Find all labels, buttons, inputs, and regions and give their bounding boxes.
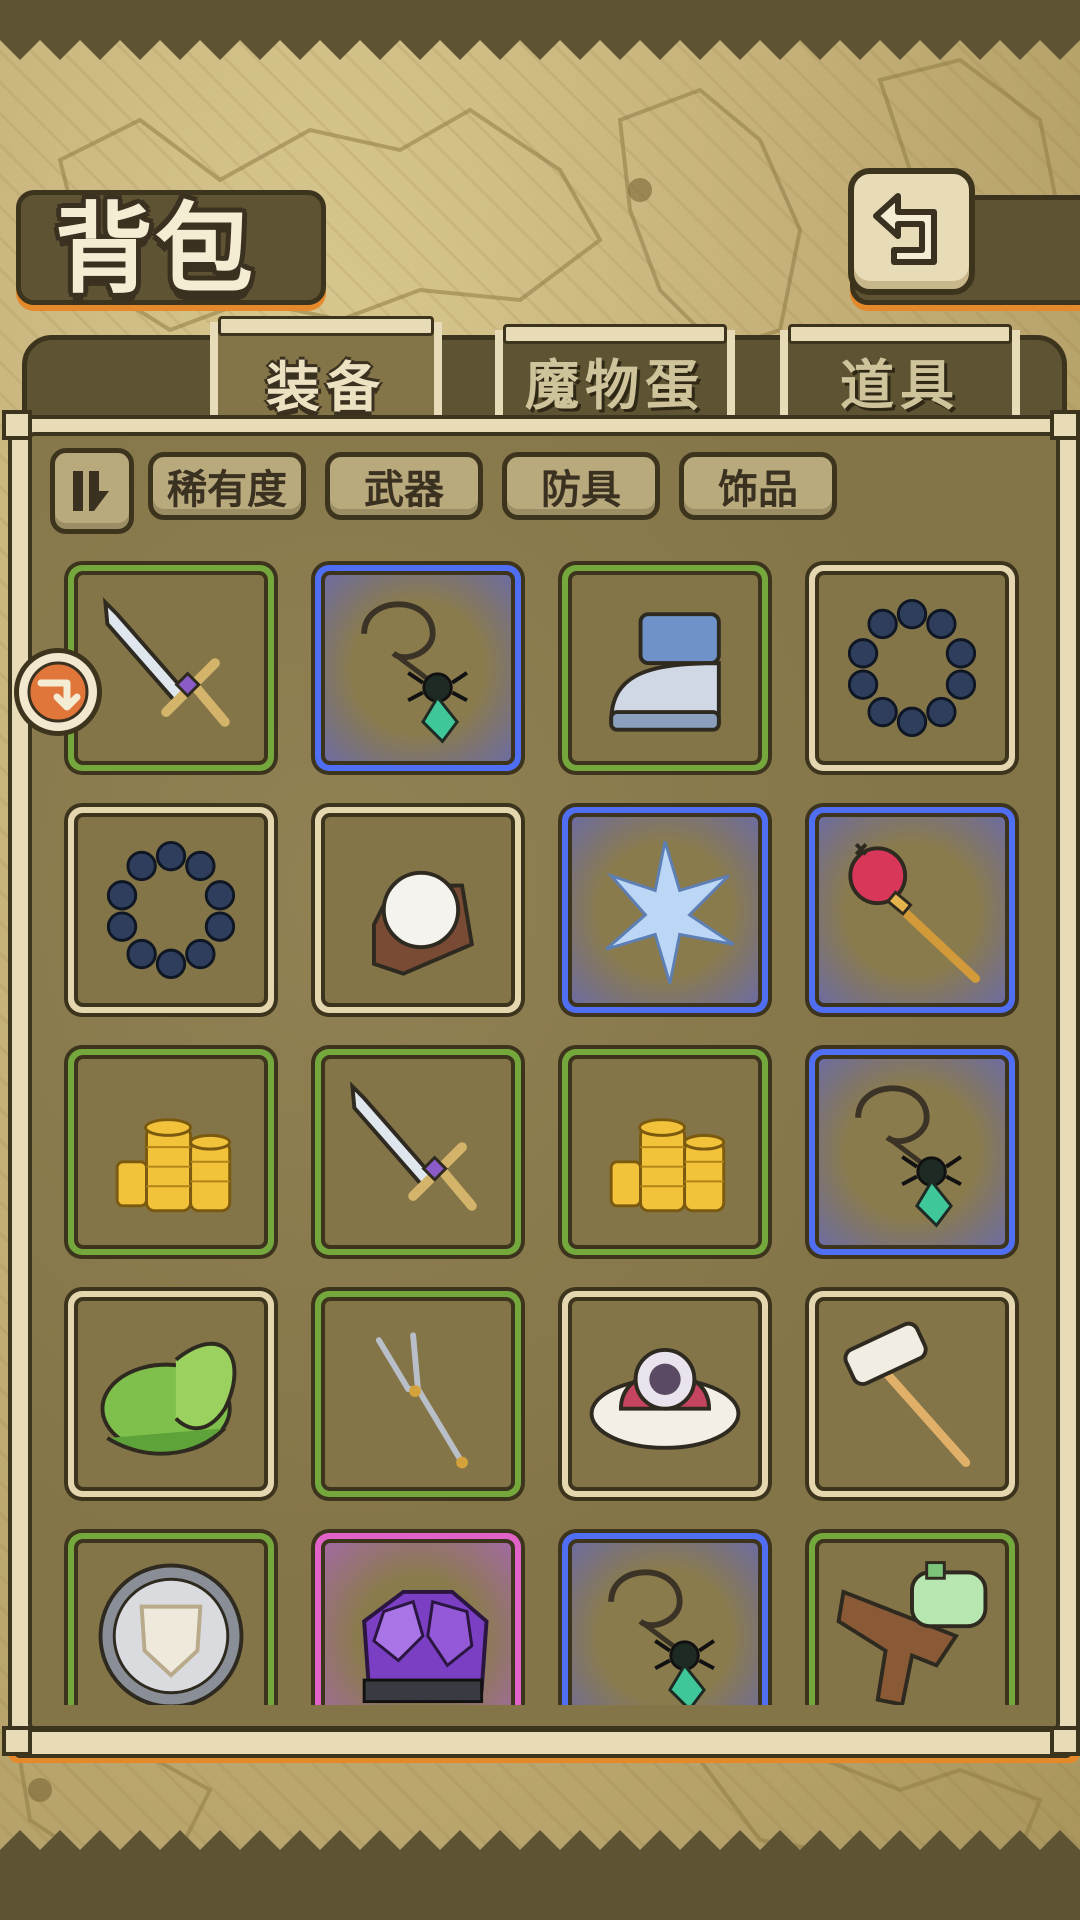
item-slot[interactable] (68, 1533, 274, 1705)
filter-accessory-button[interactable]: 饰品 (679, 452, 837, 520)
item-grid (32, 555, 1048, 1705)
item-slot-frame (321, 1539, 515, 1705)
item-slot[interactable] (315, 1049, 521, 1255)
filter-armor-button[interactable]: 防具 (502, 452, 660, 520)
item-slot[interactable] (562, 565, 768, 771)
item-slot-frame (74, 1055, 268, 1249)
item-slot-frame (74, 1297, 268, 1491)
bottom-zigzag-border (0, 1830, 1080, 1920)
amethyst-armor-icon (362, 1589, 489, 1704)
sort-toggle-button[interactable] (50, 448, 134, 534)
item-slot-frame (815, 571, 1009, 765)
back-button[interactable] (848, 168, 975, 295)
item-slot[interactable] (562, 1533, 768, 1705)
item-slot[interactable] (562, 807, 768, 1013)
white-gem-ring-icon (371, 870, 475, 976)
panel-corner (1050, 410, 1080, 440)
item-slot-frame (321, 571, 515, 765)
tab-label: 魔物蛋 (525, 353, 705, 417)
item-slot[interactable] (315, 1533, 521, 1705)
item-slot[interactable] (68, 565, 274, 771)
gold-coins-icon (115, 1118, 232, 1213)
item-slot[interactable] (809, 1533, 1015, 1705)
item-slot-frame (568, 1539, 762, 1705)
sort-toggle-icon (73, 471, 109, 511)
eyeball-hat-icon (589, 1347, 741, 1450)
item-slot-frame (74, 813, 268, 1007)
item-slot-frame (74, 571, 268, 765)
item-slot[interactable] (809, 1049, 1015, 1255)
page-title: 背包 (55, 193, 256, 307)
item-slot[interactable] (809, 807, 1015, 1013)
panel-corner (2, 410, 32, 440)
ice-crystal-icon (605, 841, 735, 984)
filter-rarity-button[interactable]: 稀有度 (148, 452, 306, 520)
sword-icon (349, 1081, 477, 1211)
item-slot-frame (815, 1297, 1009, 1491)
item-slot-frame (568, 1055, 762, 1249)
ruby-scepter-icon (848, 843, 981, 983)
panel-corner (1050, 1726, 1080, 1756)
item-slot[interactable] (809, 1291, 1015, 1497)
spider-necklace-icon (608, 1569, 716, 1705)
tuning-fork-icon (375, 1332, 468, 1469)
bead-bracelet-icon (106, 840, 236, 980)
tab-top-bar (218, 316, 434, 336)
item-slot[interactable] (68, 807, 274, 1013)
bead-bracelet-icon (847, 598, 977, 738)
item-slot[interactable] (562, 1049, 768, 1255)
leaf-hat-icon (100, 1341, 237, 1456)
spider-necklace-icon (855, 1085, 963, 1228)
tab-monster-eggs[interactable]: 魔物蛋 (495, 324, 735, 420)
tab-top-bar (503, 324, 727, 344)
item-slot-frame (568, 813, 762, 1007)
item-slot-frame (568, 1297, 762, 1491)
filter-weapon-button[interactable]: 武器 (325, 452, 483, 520)
item-slot-frame (321, 1055, 515, 1249)
tab-label: 道具 (840, 353, 960, 417)
scroll-arrow-icon (27, 661, 89, 723)
item-slot-frame (321, 1297, 515, 1491)
item-slot-frame (568, 571, 762, 765)
brush-icon (843, 1321, 971, 1467)
item-slot[interactable] (68, 1291, 274, 1497)
tab-top-bar (788, 324, 1012, 344)
item-slot[interactable] (562, 1291, 768, 1497)
item-slot-frame (74, 1539, 268, 1705)
panel-bottom-bar (14, 1728, 1072, 1758)
round-shield-icon (98, 1563, 244, 1705)
item-slot-frame (815, 813, 1009, 1007)
top-zigzag-border (0, 0, 1080, 60)
item-slot[interactable] (315, 565, 521, 771)
scroll-arrow-button[interactable] (14, 648, 102, 736)
item-slot[interactable] (315, 1291, 521, 1497)
gold-coins-icon (609, 1118, 726, 1213)
spider-necklace-icon (361, 601, 469, 744)
tab-label: 装备 (266, 355, 386, 419)
tab-items[interactable]: 道具 (780, 324, 1020, 420)
item-slot-frame (815, 1055, 1009, 1249)
return-arrow-icon (873, 193, 937, 265)
item-slot[interactable] (315, 807, 521, 1013)
item-slot[interactable] (68, 1049, 274, 1255)
panel-corner (2, 1726, 32, 1756)
sword-icon (102, 597, 230, 727)
iron-boot-icon (609, 612, 721, 732)
item-slot-frame (815, 1539, 1009, 1705)
item-slot-frame (321, 813, 515, 1007)
water-gun-icon (836, 1561, 988, 1705)
item-slot[interactable] (809, 565, 1015, 771)
